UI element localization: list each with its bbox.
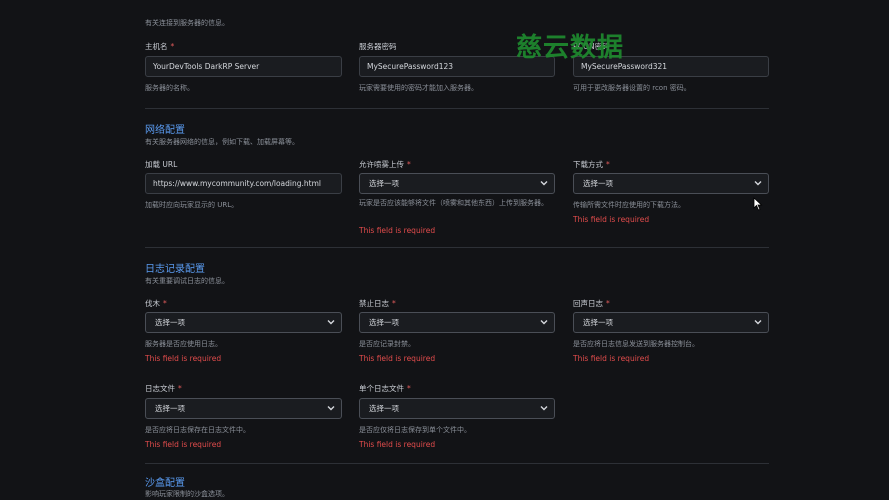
logging-value: 选择一项 — [155, 318, 185, 327]
ban-log-label: 禁止日志 * — [359, 299, 396, 308]
single-log-value: 选择一项 — [369, 404, 399, 413]
server-password-label: 服务器密码 — [359, 42, 397, 51]
echo-log-select[interactable]: 选择一项 — [573, 312, 769, 333]
download-mode-value: 选择一项 — [583, 179, 613, 188]
echo-log-help: 是否应将日志信息发送到服务器控制台。 — [573, 340, 699, 348]
hostname-input[interactable]: YourDevTools DarkRP Server — [145, 56, 342, 77]
chevron-down-icon — [754, 320, 762, 325]
logging-error: This field is required — [145, 354, 222, 363]
loading-url-input[interactable]: https://www.mycommunity.com/loading.html — [145, 173, 342, 194]
log-file-help: 是否应将日志保存在日志文件中。 — [145, 426, 250, 434]
allow-upload-label: 允许喷雾上传 * — [359, 160, 411, 169]
chevron-down-icon — [327, 406, 335, 411]
section-divider — [145, 463, 769, 464]
watermark: 慈云数据 — [516, 33, 625, 63]
single-log-label: 单个日志文件 * — [359, 384, 411, 393]
ban-log-help: 是否应记录封禁。 — [359, 340, 415, 348]
download-mode-label: 下载方式 * — [573, 160, 610, 169]
log-file-error: This field is required — [145, 440, 222, 449]
download-mode-error: This field is required — [573, 215, 650, 224]
allow-upload-value: 选择一项 — [369, 179, 399, 188]
allow-upload-help: 玩家是否应该能够将文件（喷雾和其他东西）上传到服务器。 — [359, 199, 548, 207]
log-file-label: 日志文件 * — [145, 384, 182, 393]
loading-url-label: 加载 URL — [145, 160, 178, 169]
chevron-down-icon — [327, 320, 335, 325]
server-password-help: 玩家需要使用的密码才能加入服务器。 — [359, 84, 478, 92]
mouse-cursor-icon — [753, 197, 763, 211]
log-file-value: 选择一项 — [155, 404, 185, 413]
section-divider — [145, 108, 769, 109]
single-log-select[interactable]: 选择一项 — [359, 398, 555, 419]
single-log-help: 是否应仅将日志保存到单个文件中。 — [359, 426, 471, 434]
rcon-password-help: 可用于更改服务器设置的 rcon 密码。 — [573, 84, 691, 92]
allow-upload-select[interactable]: 选择一项 — [359, 173, 555, 194]
chevron-down-icon — [540, 406, 548, 411]
logging-select[interactable]: 选择一项 — [145, 312, 342, 333]
echo-log-error: This field is required — [573, 354, 650, 363]
settings-form: 有关连接到服务器的信息。 主机名 * YourDevTools DarkRP Se… — [145, 0, 769, 500]
loading-url-help: 加载时应向玩家显示的 URL。 — [145, 201, 239, 209]
logging-section-title: 日志记录配置 — [145, 264, 205, 275]
logging-help: 服务器是否应使用日志。 — [145, 340, 222, 348]
echo-log-value: 选择一项 — [583, 318, 613, 327]
server-section-desc: 有关连接到服务器的信息。 — [145, 19, 229, 27]
logging-label: 伐木 * — [145, 299, 167, 308]
section-divider — [145, 247, 769, 248]
ban-log-error: This field is required — [359, 354, 436, 363]
hostname-help: 服务器的名称。 — [145, 84, 194, 92]
ban-log-value: 选择一项 — [369, 318, 399, 327]
chevron-down-icon — [540, 320, 548, 325]
echo-log-label: 回声日志 * — [573, 299, 610, 308]
network-section-desc: 有关服务器网络的信息，例如下载、加载屏幕等。 — [145, 138, 299, 146]
logging-section-desc: 有关重要调试日志的信息。 — [145, 277, 229, 285]
hostname-label: 主机名 * — [145, 42, 175, 51]
single-log-error: This field is required — [359, 440, 436, 449]
chevron-down-icon — [754, 181, 762, 186]
allow-upload-error: This field is required — [359, 226, 436, 235]
sandbox-section-title: 沙盒配置 — [145, 478, 185, 489]
download-mode-select[interactable]: 选择一项 — [573, 173, 769, 194]
chevron-down-icon — [540, 181, 548, 186]
download-mode-help: 传输所需文件时应使用的下载方法。 — [573, 201, 685, 209]
network-section-title: 网络配置 — [145, 125, 185, 136]
ban-log-select[interactable]: 选择一项 — [359, 312, 555, 333]
sandbox-section-desc: 影响玩家限制的沙盒选项。 — [145, 490, 229, 498]
log-file-select[interactable]: 选择一项 — [145, 398, 342, 419]
